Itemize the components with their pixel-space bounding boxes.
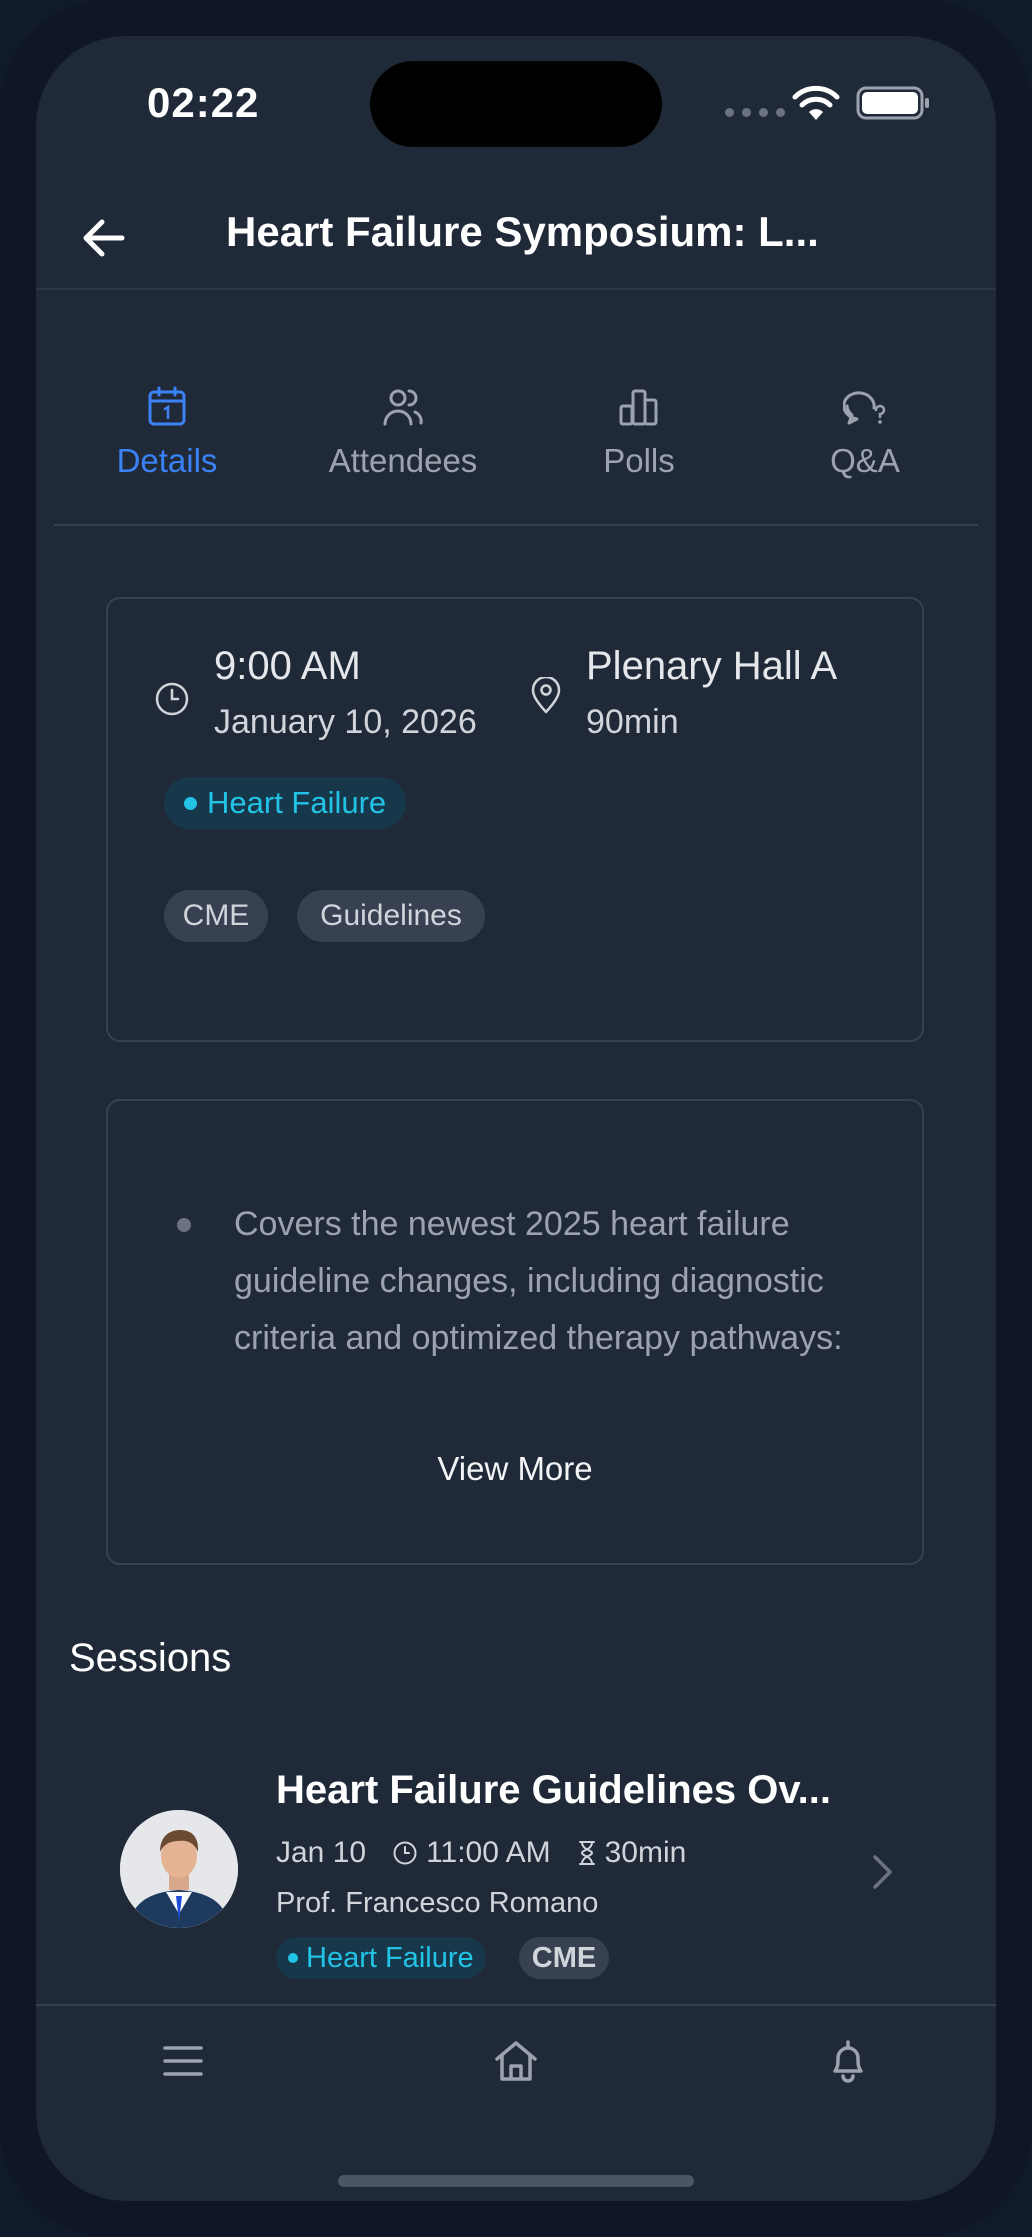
topic-label: Heart Failure — [207, 785, 387, 820]
location-pin-icon — [531, 677, 561, 714]
bullet-dot — [177, 1218, 191, 1232]
header-divider — [36, 288, 996, 290]
view-more-button[interactable]: View More — [106, 1450, 924, 1488]
bottom-nav-divider — [36, 2004, 996, 2006]
session-location: Plenary Hall A — [586, 644, 838, 688]
battery-icon — [856, 86, 929, 120]
dynamic-island — [370, 61, 662, 147]
session-item-date: Jan 10 — [276, 1836, 367, 1869]
screen: 02:22 Heart Failure Symposium: L... Deta… — [36, 36, 996, 2201]
tag-chip-cme: CME — [164, 890, 268, 942]
session-duration: 90min — [586, 703, 679, 741]
chevron-right-icon[interactable] — [870, 1852, 896, 1892]
session-time: 9:00 AM — [214, 644, 361, 688]
tab-polls[interactable]: Polls — [539, 386, 739, 480]
tabs-divider — [54, 524, 978, 526]
topic-dot — [184, 796, 197, 810]
session-topic-chip: Heart Failure — [276, 1937, 486, 1979]
wifi-icon — [792, 85, 840, 120]
clock-icon — [155, 682, 189, 716]
tab-qa[interactable]: Q&A — [765, 386, 965, 480]
tab-label: Polls — [603, 442, 675, 479]
tag-chip-guidelines: Guidelines — [297, 890, 485, 942]
status-time: 02:22 — [147, 79, 260, 126]
bar-chart-icon — [619, 389, 658, 426]
menu-icon[interactable] — [160, 2038, 206, 2084]
session-title: Heart Failure Guidelines Ov... — [276, 1768, 831, 1812]
description-text: Covers the newest 2025 heart failure gui… — [234, 1205, 843, 1357]
session-speaker: Prof. Francesco Romano — [276, 1887, 599, 1919]
clock-icon — [393, 1841, 417, 1865]
calendar-icon — [148, 386, 186, 426]
bell-icon[interactable] — [825, 2038, 871, 2084]
users-icon — [383, 389, 423, 426]
session-item-time: 11:00 AM — [426, 1836, 551, 1869]
avatar — [120, 1810, 238, 1928]
tab-label: Details — [116, 442, 218, 479]
tab-label: Q&A — [830, 442, 900, 479]
tab-details[interactable]: Details — [67, 386, 267, 480]
tab-attendees[interactable]: Attendees — [303, 386, 503, 480]
home-icon[interactable] — [493, 2038, 539, 2084]
hourglass-icon — [578, 1841, 595, 1865]
session-item-duration: 30min — [604, 1836, 687, 1869]
topic-dot — [288, 1953, 298, 1963]
session-date: January 10, 2026 — [214, 703, 477, 741]
session-tag-chip: CME — [519, 1937, 609, 1979]
session-topic-label: Heart Failure — [306, 1941, 474, 1974]
cellular-signal-icon — [725, 108, 785, 117]
page-title: Heart Failure Symposium: L... — [226, 208, 819, 255]
chat-question-icon — [843, 391, 886, 425]
tab-label: Attendees — [328, 442, 478, 479]
sessions-heading: Sessions — [69, 1636, 232, 1680]
session-meta: Jan 10 11:00 AM 30min — [276, 1836, 686, 1870]
topic-chip: Heart Failure — [164, 777, 407, 829]
home-indicator — [338, 2175, 694, 2187]
back-arrow-icon[interactable] — [76, 210, 132, 266]
